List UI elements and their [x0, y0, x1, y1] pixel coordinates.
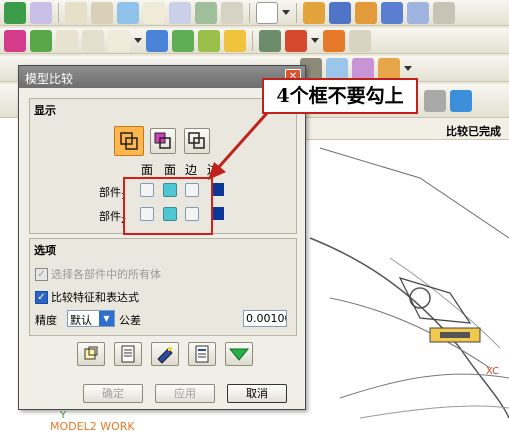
tolerance-label: 公差 — [119, 314, 141, 327]
solid-icon[interactable] — [146, 29, 168, 52]
edge-compare-icon — [188, 132, 205, 149]
compare-features-checkbox[interactable]: ✓ — [35, 290, 48, 304]
edge-compare-button[interactable] — [184, 128, 210, 154]
grid-icon[interactable] — [221, 1, 243, 24]
sketch-icon[interactable] — [4, 1, 26, 24]
status-message: 比较已完成 — [300, 118, 509, 140]
options-group-title: 选项 — [34, 244, 56, 257]
column-header-edge-1: 边 — [185, 163, 198, 177]
point-icon[interactable] — [195, 1, 217, 24]
analysis-icon[interactable] — [30, 29, 52, 52]
block-icon[interactable] — [378, 57, 400, 80]
blend-icon[interactable] — [56, 29, 78, 52]
pattern-icon[interactable] — [198, 29, 220, 52]
assembly-icon[interactable] — [303, 1, 325, 24]
component-icon[interactable] — [329, 1, 351, 24]
display-group-title: 显示 — [34, 104, 56, 117]
toolbar-separator — [252, 30, 253, 51]
part1-edge-color[interactable] — [212, 183, 224, 196]
model-wireframe — [309, 147, 509, 419]
column-header-face-2: 面 — [164, 163, 177, 177]
offset-icon[interactable] — [172, 29, 194, 52]
dropdown-arrow-icon[interactable] — [282, 10, 290, 15]
array-icon[interactable] — [355, 1, 377, 24]
precision-label: 精度 — [35, 314, 57, 327]
tool-icon[interactable] — [433, 1, 455, 24]
cube-icon[interactable] — [407, 1, 429, 24]
compare-features-row: ✓ 比较特征和表达式 — [35, 289, 139, 305]
precision-select[interactable]: 默认 ▼ — [67, 310, 115, 327]
chevron-down-icon[interactable]: ▼ — [99, 311, 114, 326]
toolbar-separator — [296, 2, 297, 23]
select-all-bodies-checkbox[interactable]: ✓ — [35, 267, 48, 281]
select-all-bodies-row: ✓ 选择各部件中的所有体 — [35, 266, 161, 282]
highlight-icon — [157, 347, 173, 364]
cancel-button[interactable]: 取消 — [227, 384, 287, 403]
mesh-icon[interactable] — [117, 1, 139, 24]
toolbar-row-1 — [0, 0, 509, 26]
checkbox-highlight-box — [123, 177, 213, 235]
model-compare-dialog: 模型比较 ✕ 显示 面 面 边 边 部件1 部件2 选项 ✓ 选择各部件中的所有… — [18, 65, 306, 410]
precision-value: 默认 — [70, 314, 92, 327]
part-label: 部件 — [99, 210, 121, 223]
compare-features-label: 比较特征和表达式 — [51, 291, 139, 304]
tolerance-input[interactable]: 0.00100 — [243, 310, 287, 327]
mirror-icon[interactable] — [224, 29, 246, 52]
toolbar-separator — [58, 2, 59, 23]
layer-icon[interactable] — [323, 29, 345, 52]
graphics-window[interactable]: XC — [300, 118, 509, 433]
face-compare-icon — [154, 132, 171, 149]
info-window-button[interactable] — [77, 342, 105, 366]
axis-icon[interactable] — [143, 1, 165, 24]
select-all-bodies-label: 选择各部件中的所有体 — [51, 268, 161, 281]
bottom-strip — [0, 408, 300, 433]
shade-icon[interactable] — [4, 29, 26, 52]
palette-icon[interactable] — [326, 57, 348, 80]
report-button[interactable] — [114, 342, 142, 366]
sphere-icon[interactable] — [352, 57, 374, 80]
ok-button[interactable]: 确定 — [83, 384, 143, 403]
apply-arrow-button[interactable] — [225, 342, 253, 366]
compare-mode-button[interactable] — [114, 126, 144, 156]
chamfer-icon[interactable] — [82, 29, 104, 52]
xc-axis-label: XC — [486, 366, 500, 377]
move-icon[interactable] — [259, 29, 281, 52]
report-icon — [121, 345, 135, 363]
box-icon[interactable] — [450, 89, 472, 112]
view-icon[interactable] — [349, 29, 371, 52]
constraint-icon[interactable] — [381, 1, 403, 24]
dialog-title: 模型比较 — [25, 72, 74, 86]
rotate-icon[interactable] — [285, 29, 307, 52]
document-icon[interactable] — [256, 1, 278, 24]
apply-arrow-icon — [228, 348, 250, 361]
page-button[interactable] — [188, 342, 216, 366]
surface-icon[interactable] — [91, 1, 113, 24]
curve-icon[interactable] — [65, 1, 87, 24]
compare-mode-icon — [120, 132, 138, 150]
plane-icon[interactable] — [169, 1, 191, 24]
dropdown-arrow-icon[interactable] — [311, 38, 319, 43]
column-header-edge-2: 边 — [207, 163, 220, 177]
page-icon — [195, 345, 209, 363]
annotation-callout: 4个框不要勾上 — [262, 78, 418, 114]
render-icon[interactable] — [424, 89, 446, 112]
face-compare-button[interactable] — [150, 128, 176, 154]
part2-edge-color[interactable] — [212, 207, 224, 220]
part-label: 部件 — [99, 186, 121, 199]
extrude-icon[interactable] — [30, 1, 52, 24]
dropdown-arrow-icon[interactable] — [134, 38, 142, 43]
column-header-face-1: 面 — [141, 163, 154, 177]
info-window-icon — [84, 346, 98, 360]
toolbar-row-2 — [0, 28, 509, 54]
curve-analysis-icon[interactable] — [108, 29, 130, 52]
dropdown-arrow-icon[interactable] — [404, 66, 412, 71]
toolbar-separator — [249, 2, 250, 23]
model-label: MODEL2 WORK — [50, 420, 135, 433]
highlight-button[interactable] — [151, 342, 179, 366]
apply-button[interactable]: 应用 — [155, 384, 215, 403]
